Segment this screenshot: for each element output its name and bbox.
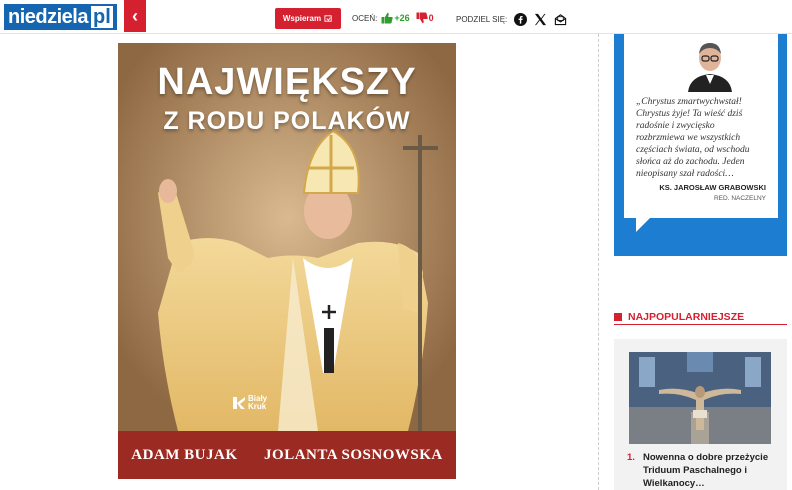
back-button[interactable]: ‹	[124, 0, 146, 32]
email-icon[interactable]	[553, 12, 567, 26]
book-title-line1: NAJWIĘKSZY	[157, 61, 417, 103]
heart-hand-icon	[324, 15, 332, 22]
logo-suffix-text: pl	[90, 6, 113, 28]
column-divider	[598, 34, 599, 490]
top-bar: niedziela pl ‹ Wspieram OCEŃ: +26 0 PODZ…	[0, 0, 792, 34]
support-label: Wspieram	[282, 14, 322, 23]
item-title[interactable]: Nowenna o dobre przeżycie Triduum Pascha…	[643, 451, 779, 490]
speech-bubble-tail	[636, 218, 650, 232]
editor-avatar	[682, 38, 738, 92]
bird-icon	[233, 397, 245, 409]
upvote-count: +26	[394, 13, 410, 23]
section-marker	[614, 312, 622, 321]
popular-heading: NAJPOPULARNIEJSZE	[628, 310, 745, 323]
book-title-line2: Z RODU POLAKÓW	[163, 107, 411, 135]
book-authors-band: ADAM BUJAK JOLANTA SOSNOWSKA	[118, 431, 456, 479]
rate-label: OCEŃ:	[352, 13, 378, 23]
thumbs-up-icon[interactable]	[381, 12, 394, 24]
x-icon[interactable]	[533, 12, 547, 26]
book-cover-image[interactable]: NAJWIĘKSZY Z RODU POLAKÓW Biały Kruk ADA…	[118, 43, 456, 479]
editor-quote-box: „Chrystus zmartwychwstał! Chrystus żyje!…	[624, 34, 778, 218]
chevron-left-icon: ‹	[132, 5, 138, 26]
popular-item[interactable]: 1. Nowenna o dobre przeżycie Triduum Pas…	[614, 339, 787, 490]
publisher-logo: Biały Kruk	[232, 395, 267, 411]
author-name: JOLANTA SOSNOWSKA	[264, 446, 443, 463]
author-name: ADAM BUJAK	[131, 446, 238, 463]
site-logo[interactable]: niedziela pl	[4, 4, 117, 30]
publisher-line2: Kruk	[248, 402, 267, 411]
editor-column[interactable]: „Chrystus zmartwychwstał! Chrystus żyje!…	[614, 34, 787, 256]
support-button[interactable]: Wspieram	[275, 8, 341, 29]
facebook-icon[interactable]	[513, 12, 527, 26]
logo-text: niedziela	[4, 4, 91, 30]
editor-role: RED. NACZELNY	[713, 195, 766, 202]
downvote-count: 0	[428, 13, 434, 23]
share-label: PODZIEL SIĘ:	[456, 14, 508, 24]
popular-section-header: NAJPOPULARNIEJSZE	[614, 309, 787, 325]
logo-suffix: pl	[90, 4, 117, 30]
thumbs-down-icon[interactable]	[416, 12, 428, 24]
rating-widget: OCEŃ: +26 0	[352, 12, 434, 24]
item-number: 1.	[627, 452, 635, 463]
crucifix-image	[629, 352, 771, 444]
editor-name: KS. JAROSŁAW GRABOWSKI	[659, 183, 766, 192]
editor-quote: „Chrystus zmartwychwstał! Chrystus żyje!…	[636, 97, 750, 179]
share-widget: PODZIEL SIĘ:	[456, 12, 567, 26]
